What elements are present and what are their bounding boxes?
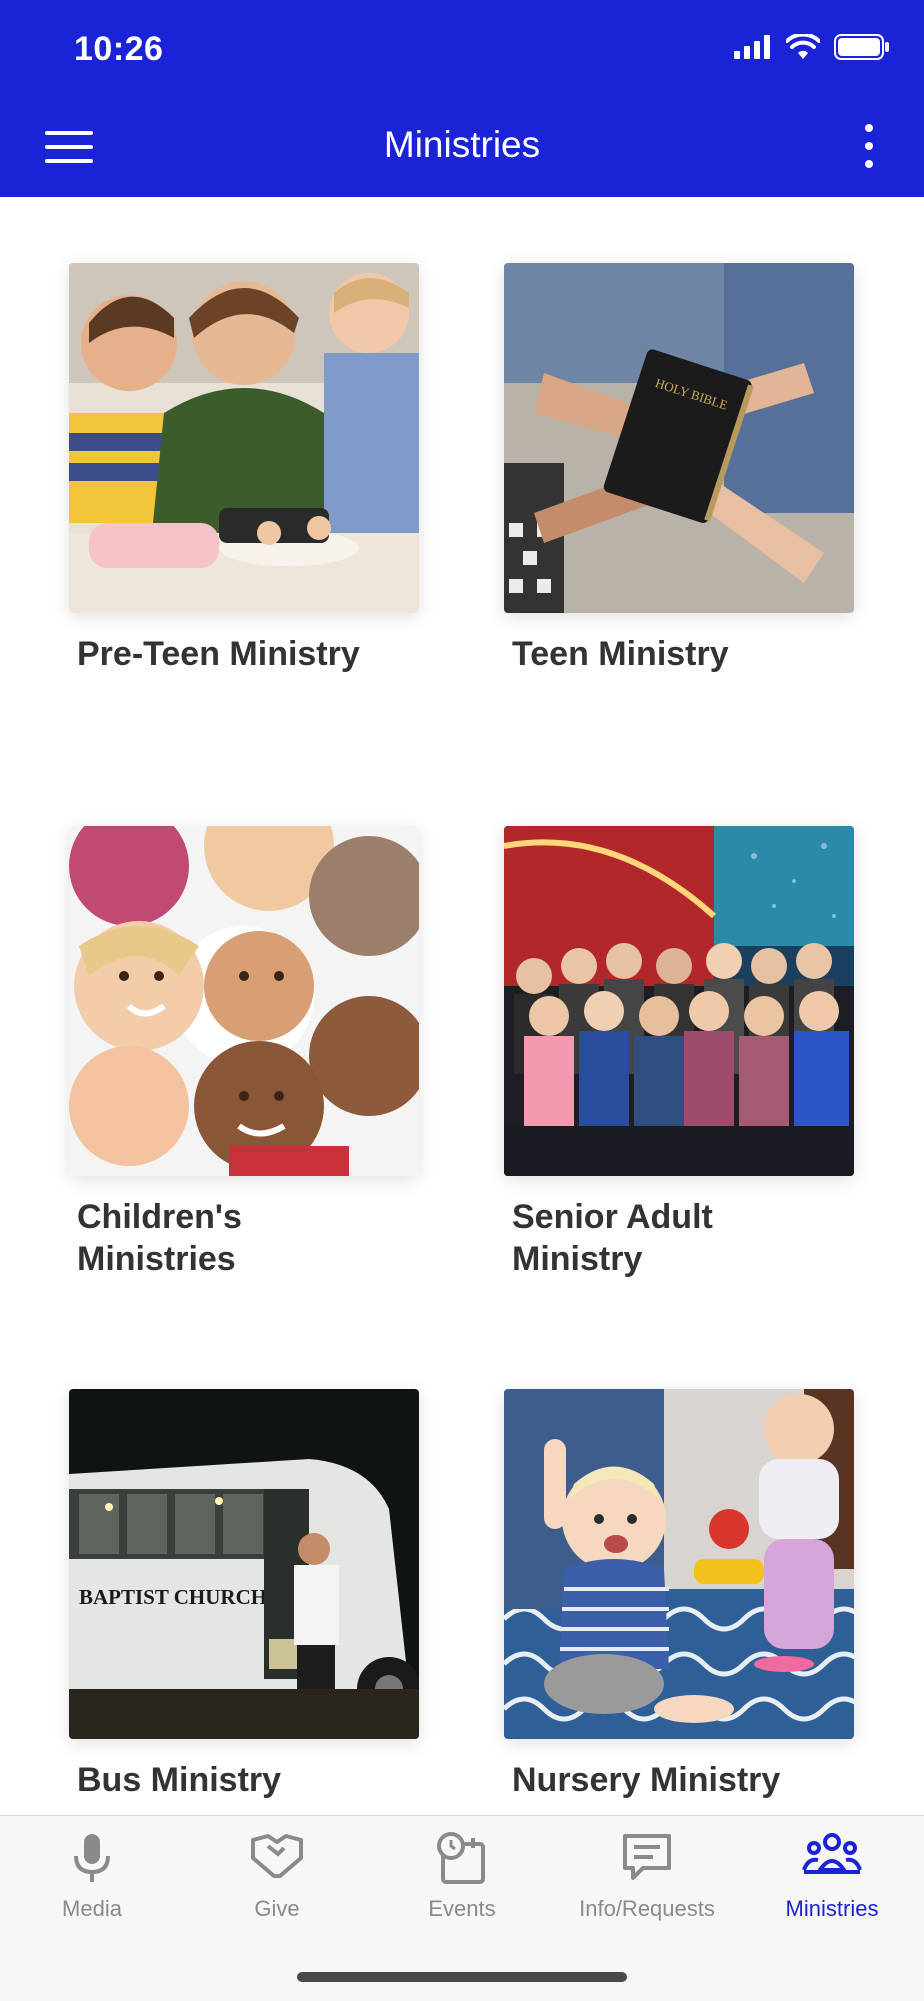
ministry-card-senior-adult[interactable]: Senior Adult Ministry [504, 826, 854, 1280]
teen-photo: HOLY BIBLE [504, 263, 854, 613]
ministry-label: Bus Ministry [77, 1761, 282, 1799]
bus-sign-text: BAPTIST CHURCH [79, 1585, 267, 1609]
tab-give[interactable]: Give [185, 1816, 369, 1946]
app-header: 10:26 Ministries [0, 0, 924, 197]
nursery-photo [504, 1389, 854, 1739]
handshake-icon [250, 1832, 304, 1885]
more-options-button[interactable] [862, 122, 876, 172]
ministry-label: Senior Adult Ministry [512, 1198, 713, 1278]
tab-ministries[interactable]: Ministries [740, 1816, 924, 1946]
status-time: 10:26 [74, 30, 164, 68]
cellular-signal-icon [734, 35, 770, 59]
tab-label: Media [62, 1896, 122, 1921]
ministry-card-teen[interactable]: HOLY BIBLE Teen Ministry [504, 263, 854, 675]
calendar-clock-icon [435, 1832, 489, 1891]
battery-icon [834, 34, 889, 60]
page-title: Ministries [383, 124, 541, 165]
message-icon [621, 1832, 673, 1887]
childrens-photo [69, 826, 419, 1176]
bus-photo: BAPTIST CHURCH [69, 1389, 419, 1739]
senior-adult-photo [504, 826, 854, 1176]
ministry-card-childrens[interactable]: Children's Ministries [69, 826, 419, 1280]
tab-label: Give [254, 1896, 300, 1921]
pre-teen-photo [69, 263, 419, 613]
ministry-label: Teen Ministry [512, 635, 729, 673]
tab-info-requests[interactable]: Info/Requests [555, 1816, 739, 1946]
status-icons [734, 34, 890, 60]
ministry-label: Pre-Teen Ministry [77, 635, 360, 673]
ministry-card-pre-teen[interactable]: Pre-Teen Ministry [69, 263, 419, 675]
home-indicator[interactable] [297, 1972, 627, 1982]
people-group-icon [802, 1832, 862, 1883]
ministry-label: Children's Ministries [77, 1198, 242, 1278]
ministry-label: Nursery Ministry [512, 1761, 781, 1799]
tab-label: Ministries [785, 1896, 879, 1921]
wifi-icon [786, 34, 820, 59]
ministry-card-nursery[interactable]: Nursery Ministry [504, 1389, 854, 1801]
tab-media[interactable]: Media [0, 1816, 184, 1946]
microphone-icon [70, 1832, 114, 1889]
ministry-card-bus[interactable]: BAPTIST CHURCH Bus Ministry [69, 1389, 419, 1801]
tab-label: Events [428, 1896, 496, 1921]
tab-events[interactable]: Events [370, 1816, 554, 1946]
tab-label: Info/Requests [579, 1896, 715, 1921]
